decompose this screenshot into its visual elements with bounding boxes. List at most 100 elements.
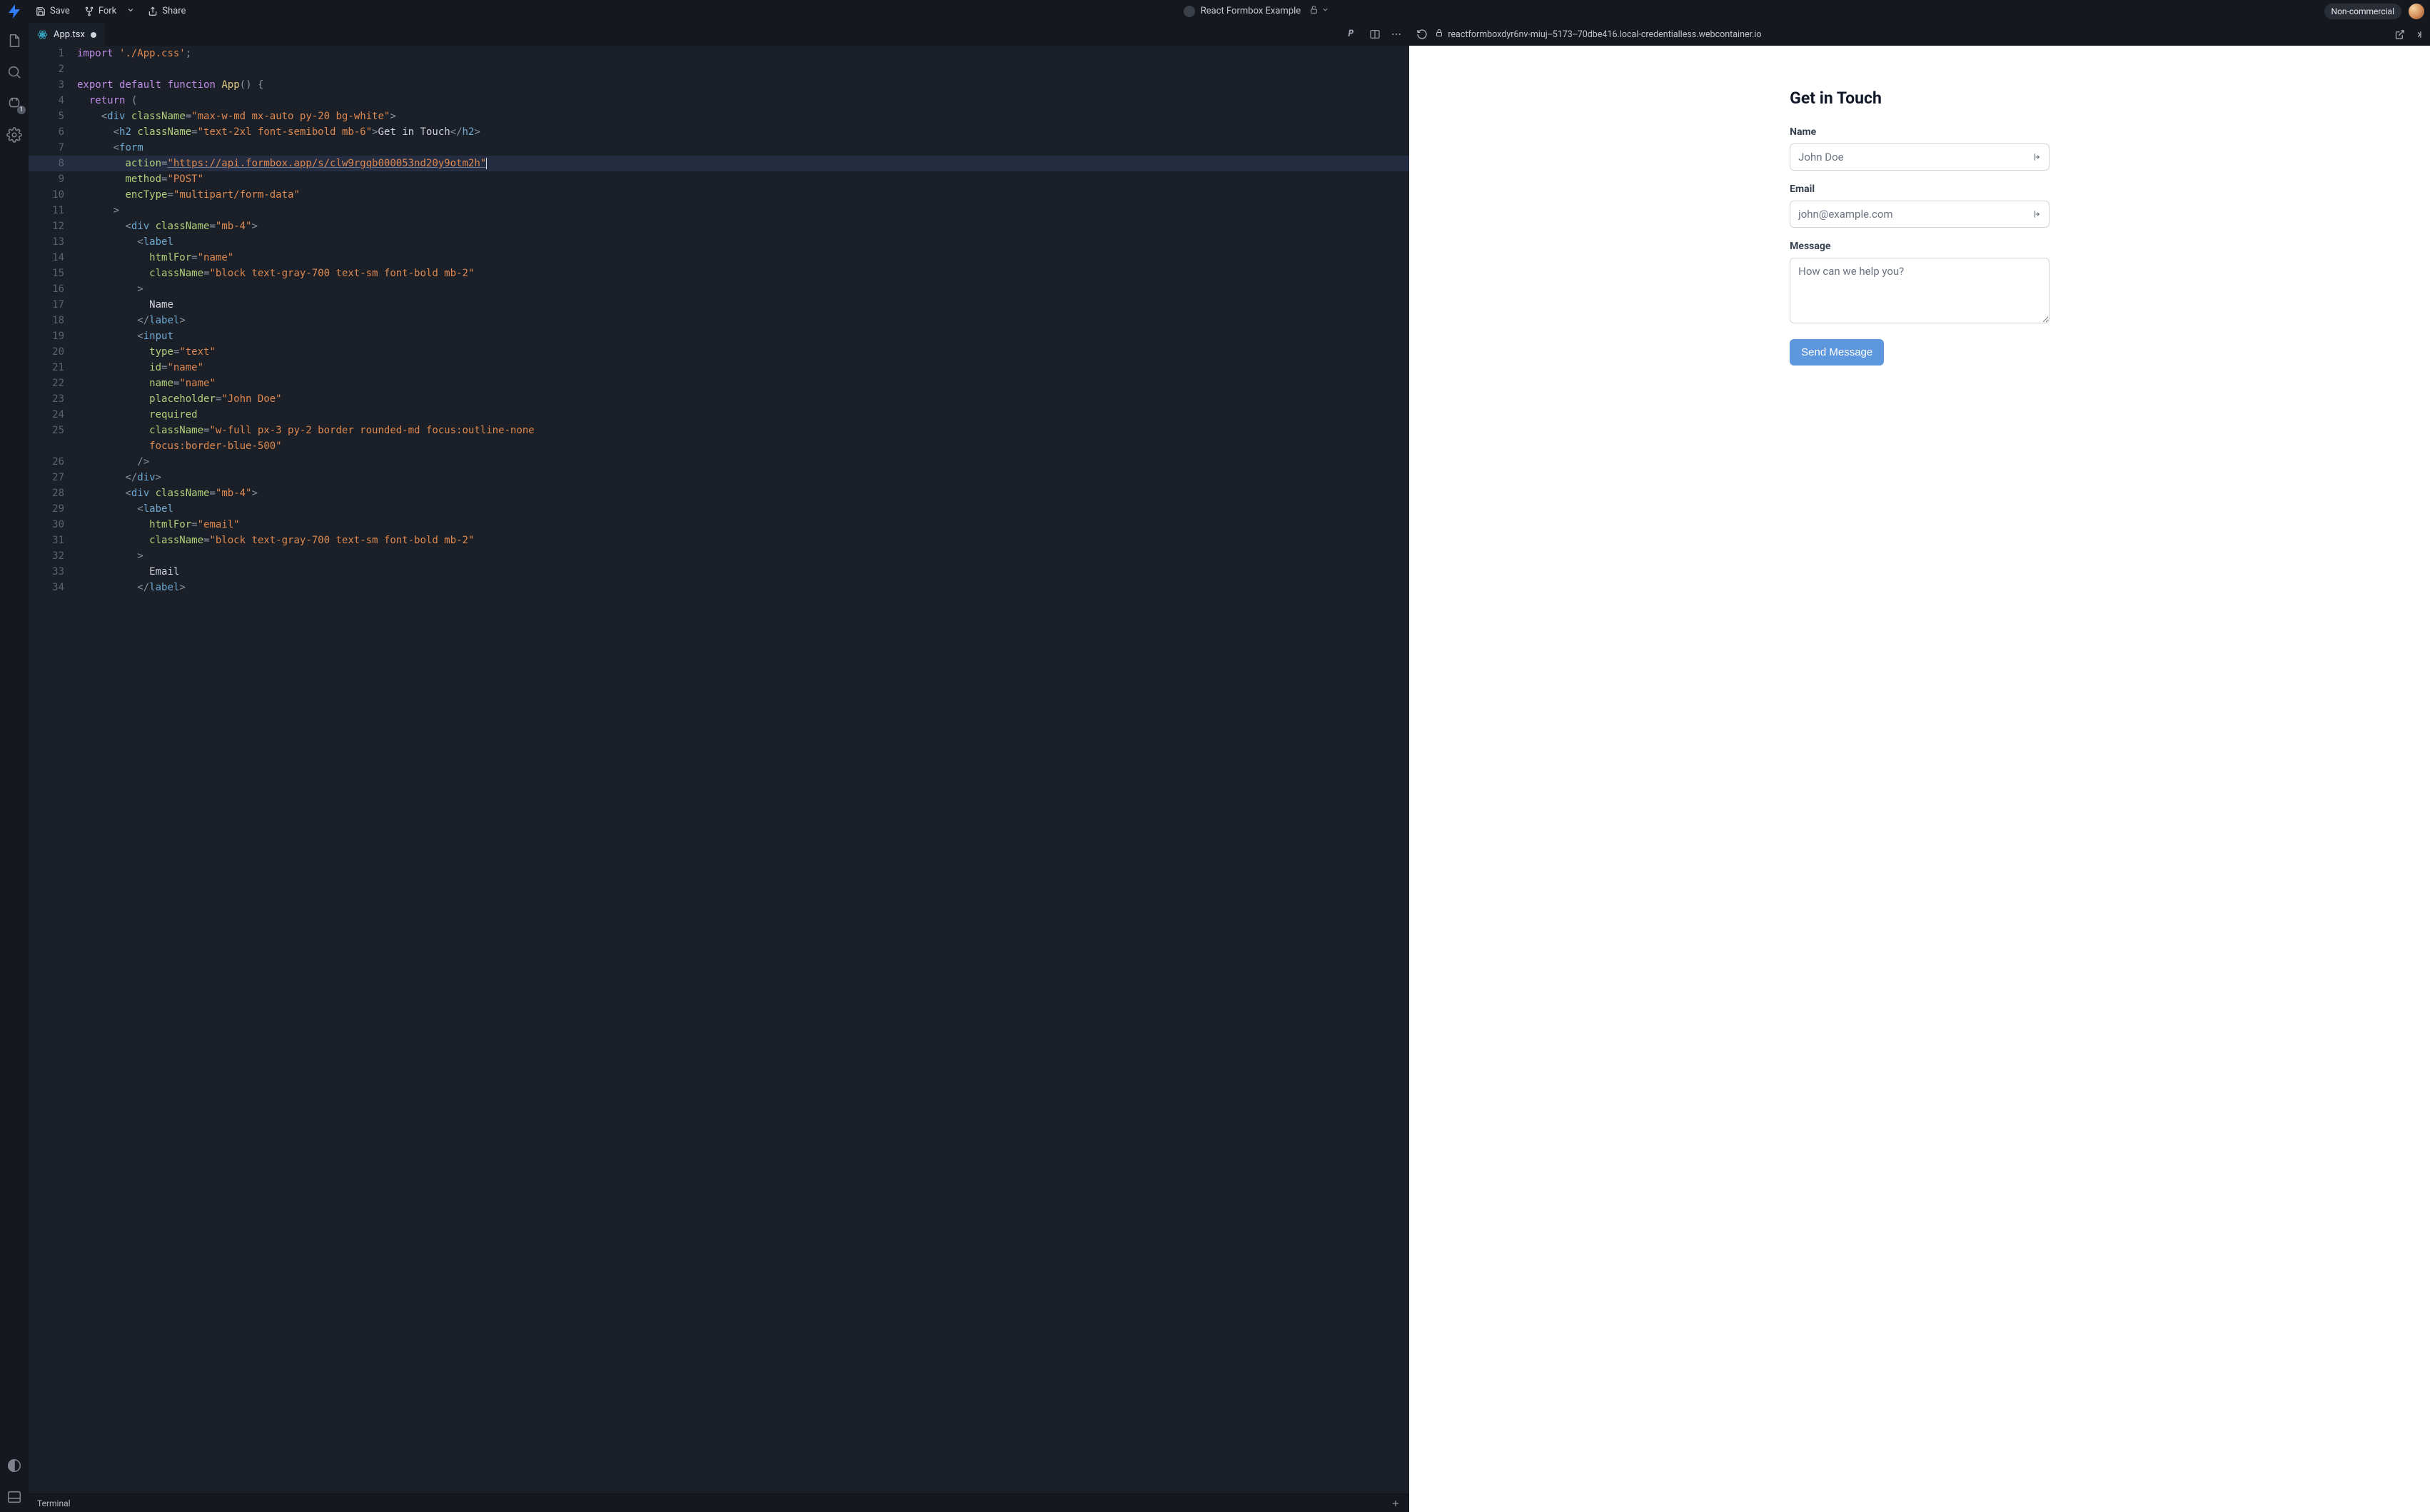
split-editor-icon[interactable] (1369, 29, 1381, 40)
code-line[interactable]: 24 required (29, 407, 1409, 423)
reload-icon[interactable] (1416, 29, 1428, 40)
fork-button[interactable]: Fork (79, 3, 122, 19)
code-line[interactable]: 22 name="name" (29, 376, 1409, 391)
code-line[interactable]: 23 placeholder="John Doe" (29, 391, 1409, 407)
message-textarea[interactable] (1790, 258, 2050, 323)
user-avatar[interactable] (2409, 4, 2424, 19)
email-input[interactable] (1790, 201, 2050, 228)
line-number: 22 (29, 376, 77, 391)
line-number: 18 (29, 313, 77, 328)
code-line[interactable]: 3export default function App() { (29, 77, 1409, 93)
code-editor[interactable]: 1import './App.css';23export default fun… (29, 46, 1409, 1493)
code-line[interactable]: 15 className="block text-gray-700 text-s… (29, 266, 1409, 281)
code-content: </label> (77, 580, 1395, 595)
code-line[interactable]: 20 type="text" (29, 344, 1409, 360)
line-number: 25 (29, 423, 77, 438)
code-line[interactable]: 21 id="name" (29, 360, 1409, 376)
code-line[interactable]: 26 /> (29, 454, 1409, 470)
code-content: <label (77, 234, 1395, 250)
tab-app-tsx[interactable]: App.tsx (29, 23, 105, 46)
code-line[interactable]: 18 </label> (29, 313, 1409, 328)
save-button[interactable]: Save (30, 3, 76, 19)
search-icon[interactable] (6, 64, 22, 80)
lock-open-icon (1309, 5, 1319, 17)
code-line[interactable]: 10 encType="multipart/form-data" (29, 187, 1409, 203)
line-number: 29 (29, 501, 77, 517)
preview-url[interactable]: reactformboxdyr6nv-miuj--5173--70dbe416.… (1435, 29, 2387, 40)
code-line[interactable]: focus:border-blue-500" (29, 438, 1409, 454)
code-line[interactable]: 9 method="POST" (29, 171, 1409, 187)
stackblitz-logo-icon[interactable] (6, 3, 23, 20)
code-line[interactable]: 32 > (29, 548, 1409, 564)
tab-filename: App.tsx (54, 29, 85, 40)
code-line[interactable]: 29 <label (29, 501, 1409, 517)
line-number: 6 (29, 124, 77, 140)
terminal-panel-header[interactable]: Terminal (29, 1493, 1409, 1512)
code-content: /> (77, 454, 1395, 470)
panel-layout-icon[interactable] (6, 1489, 22, 1505)
fork-dropdown-button[interactable] (122, 3, 139, 20)
code-content: required (77, 407, 1395, 423)
code-line[interactable]: 17 Name (29, 297, 1409, 313)
code-line[interactable]: 28 <div className="mb-4"> (29, 485, 1409, 501)
code-content: name="name" (77, 376, 1395, 391)
code-line[interactable]: 33 Email (29, 564, 1409, 580)
autofill-icon (2032, 152, 2042, 162)
code-line[interactable]: 25 className="w-full px-3 py-2 border ro… (29, 423, 1409, 438)
visibility-button[interactable] (1306, 4, 1332, 19)
code-content: > (77, 548, 1395, 564)
line-number: 33 (29, 564, 77, 580)
code-line[interactable]: 12 <div className="mb-4"> (29, 218, 1409, 234)
text-cursor (486, 158, 487, 169)
line-number: 21 (29, 360, 77, 376)
explorer-icon[interactable] (6, 33, 22, 49)
code-line[interactable]: 1import './App.css'; (29, 46, 1409, 61)
code-line[interactable]: 30 htmlFor="email" (29, 517, 1409, 533)
preview-toolbar: reactformboxdyr6nv-miuj--5173--70dbe416.… (1409, 23, 2430, 46)
ports-count-badge: 1 (17, 106, 26, 114)
workspace: 1 App.tsx P (0, 23, 2430, 1512)
ports-icon[interactable]: 1 (6, 96, 22, 111)
license-badge: Non-commercial (2324, 4, 2401, 19)
expand-sidebar-icon[interactable] (2412, 29, 2423, 40)
theme-toggle-icon[interactable] (6, 1458, 22, 1473)
code-content: > (77, 281, 1395, 297)
code-line[interactable]: 8 action="https://api.formbox.app/s/clw9… (29, 156, 1409, 171)
line-number: 12 (29, 218, 77, 234)
code-line[interactable]: 5 <div className="max-w-md mx-auto py-20… (29, 109, 1409, 124)
code-line[interactable]: 6 <h2 className="text-2xl font-semibold … (29, 124, 1409, 140)
prettier-icon[interactable]: P (1348, 29, 1359, 40)
lock-secure-icon (1435, 29, 1443, 40)
line-number: 1 (29, 46, 77, 61)
project-title[interactable]: React Formbox Example (1201, 6, 1301, 16)
code-line[interactable]: 13 <label (29, 234, 1409, 250)
code-line[interactable]: 16 > (29, 281, 1409, 297)
more-actions-icon[interactable] (1391, 29, 1402, 40)
code-content: className="block text-gray-700 text-sm f… (77, 533, 1395, 548)
submit-button[interactable]: Send Message (1790, 339, 1884, 366)
open-in-new-icon[interactable] (2394, 29, 2405, 40)
code-line[interactable]: 27 </div> (29, 470, 1409, 485)
code-line[interactable]: 2 (29, 61, 1409, 77)
code-line[interactable]: 19 <input (29, 328, 1409, 344)
preview-url-text: reactformboxdyr6nv-miuj--5173--70dbe416.… (1448, 29, 1761, 40)
line-number: 5 (29, 109, 77, 124)
code-content: focus:border-blue-500" (77, 438, 1395, 454)
code-line[interactable]: 4 return ( (29, 93, 1409, 109)
add-terminal-icon[interactable] (1391, 1498, 1401, 1508)
code-line[interactable]: 7 <form (29, 140, 1409, 156)
settings-icon[interactable] (6, 127, 22, 143)
code-content: placeholder="John Doe" (77, 391, 1395, 407)
code-line[interactable]: 31 className="block text-gray-700 text-s… (29, 533, 1409, 548)
code-line[interactable]: 34 </label> (29, 580, 1409, 595)
share-button[interactable]: Share (142, 3, 191, 19)
code-content: Name (77, 297, 1395, 313)
code-line[interactable]: 14 htmlFor="name" (29, 250, 1409, 266)
line-number: 15 (29, 266, 77, 281)
line-number: 24 (29, 407, 77, 423)
code-line[interactable]: 11 > (29, 203, 1409, 218)
line-number: 23 (29, 391, 77, 407)
line-number: 34 (29, 580, 77, 595)
name-input[interactable] (1790, 143, 2050, 171)
line-number: 3 (29, 77, 77, 93)
